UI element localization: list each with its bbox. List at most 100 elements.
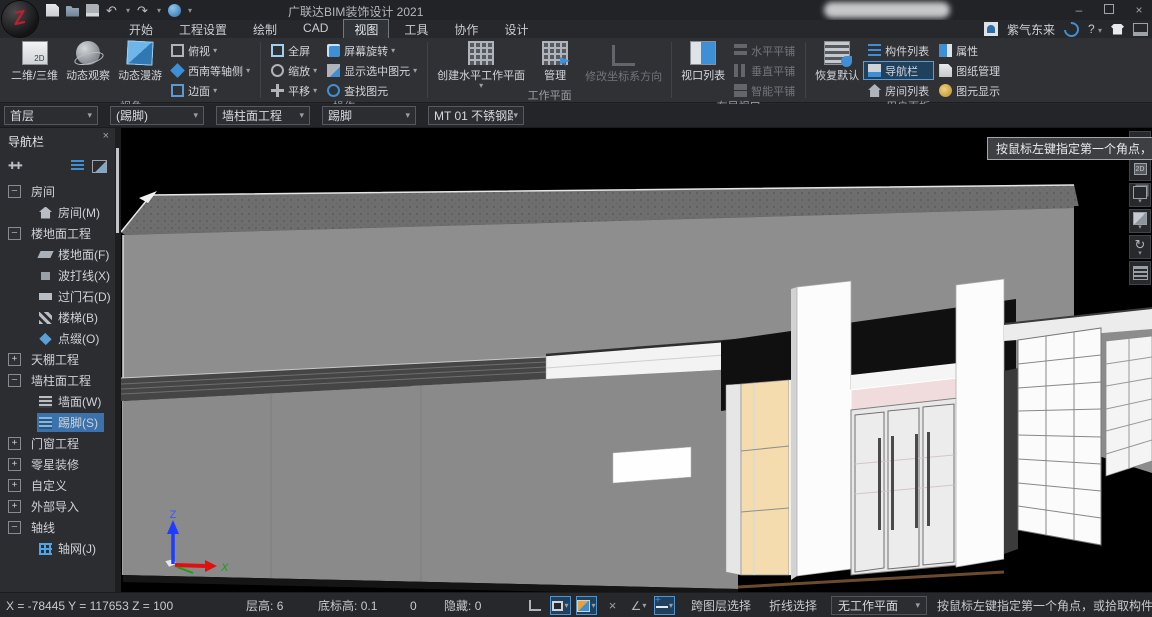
collapse-icon[interactable]: –	[8, 374, 21, 387]
panel-close-icon[interactable]: ×	[103, 130, 109, 142]
grid-plane-button[interactable]: 创建水平工作平面▾	[433, 39, 529, 89]
collapse-icon[interactable]: –	[8, 227, 21, 240]
element-display-button[interactable]: 图元显示	[934, 81, 1005, 100]
tab-draw[interactable]: 绘制	[242, 19, 288, 40]
tile-horizontal-button: 水平平铺	[729, 41, 800, 60]
maximize-button[interactable]	[1102, 3, 1116, 17]
redo-icon[interactable]: ↷	[137, 4, 150, 17]
workplane-selector[interactable]: 无工作平面▾	[831, 596, 927, 615]
nav-item-floor[interactable]: 楼地面(F)	[0, 244, 115, 265]
undo-icon[interactable]: ↶	[106, 4, 119, 17]
expand-icon[interactable]: +	[8, 458, 21, 471]
fullscreen-button[interactable]: 全屏	[266, 41, 322, 60]
component-list-button[interactable]: 构件列表	[863, 41, 934, 60]
expand-icon[interactable]: +	[8, 437, 21, 450]
shaded-view-button[interactable]: ▾	[1129, 209, 1151, 233]
category-selector[interactable]: 踢脚▾	[322, 106, 416, 125]
tab-project-settings[interactable]: 工程设置	[168, 19, 238, 40]
tab-collaborate[interactable]: 协作	[443, 19, 489, 40]
nav-item-doorstone[interactable]: 过门石(D)	[0, 286, 115, 307]
restore-default-button[interactable]: 恢复默认	[811, 39, 863, 83]
nav-group-wall-group[interactable]: –墙柱面工程	[0, 370, 115, 391]
find-element-button[interactable]: 查找图元	[322, 81, 422, 100]
nav-group-room-group[interactable]: –房间	[0, 181, 115, 202]
chevron-down-icon: ▾	[1138, 251, 1142, 256]
cross-filter-button[interactable]: ×	[602, 596, 623, 615]
sync-icon[interactable]	[1061, 18, 1082, 39]
tab-tools[interactable]: 工具	[393, 19, 439, 40]
nav-item-skirting[interactable]: 踢脚(S)	[0, 412, 115, 433]
thumbnail-view-icon[interactable]	[92, 160, 107, 173]
rotate-view-button[interactable]: ↻▾	[1129, 235, 1151, 259]
orbit-button[interactable]: 动态观察	[62, 39, 114, 83]
polyline-select[interactable]: 折线选择	[769, 597, 817, 614]
nav-item-stairs[interactable]: 楼梯(B)	[0, 307, 115, 328]
nav-item-waveline[interactable]: 波打线(X)	[0, 265, 115, 286]
render-icon[interactable]	[168, 4, 181, 17]
nav-group-ceiling-group[interactable]: +天棚工程	[0, 349, 115, 370]
nav-group-misc-group[interactable]: +零星装修	[0, 454, 115, 475]
navigator-button[interactable]: 导航栏	[863, 61, 934, 80]
viewport-list-button[interactable]: 视口列表	[677, 39, 729, 83]
roam-cube-button[interactable]: 动态漫游	[114, 39, 166, 83]
nav-group-import-group[interactable]: +外部导入	[0, 496, 115, 517]
pan-button[interactable]: 平移▾	[266, 81, 322, 100]
top-view-button[interactable]: 俯视▾	[166, 41, 255, 60]
edge-face-button[interactable]: 边面▾	[166, 81, 255, 100]
collapse-icon[interactable]: –	[8, 185, 21, 198]
viewport-canvas[interactable]: Z X 2D▾▾↻▾ 按鼠标左键指定第一个角点，或拾取构件图元	[121, 128, 1152, 592]
tab-start[interactable]: 开始	[118, 19, 164, 40]
expand-icon[interactable]: +	[8, 479, 21, 492]
save-file-icon[interactable]	[86, 4, 99, 17]
help-button[interactable]: ? ▾	[1088, 22, 1102, 36]
nav-group-axis-group[interactable]: –轴线	[0, 517, 115, 538]
expand-icon[interactable]: +	[8, 500, 21, 513]
tab-cad[interactable]: CAD	[292, 19, 339, 40]
workspace-icon[interactable]	[1133, 23, 1148, 36]
list-view-icon[interactable]	[71, 160, 84, 171]
tab-design[interactable]: 设计	[493, 19, 539, 40]
nav-item-wallface[interactable]: 墙面(W)	[0, 391, 115, 412]
zoom-button[interactable]: 缩放▾	[266, 61, 322, 80]
floor-selector[interactable]: 首层▾	[4, 106, 98, 125]
screen-rotate-button[interactable]: 屏幕旋转▾	[322, 41, 422, 60]
open-file-icon[interactable]	[66, 4, 79, 17]
app-logo-icon[interactable]: Z	[2, 1, 38, 37]
new-file-icon[interactable]	[46, 4, 59, 17]
collapse-icon[interactable]: –	[8, 521, 21, 534]
nav-group-door-window-group[interactable]: +门窗工程	[0, 433, 115, 454]
show-selected-button[interactable]: 显示选中图元▾	[322, 61, 422, 80]
isometric-button[interactable]: 西南等轴侧▾	[166, 61, 255, 80]
view-cube-button[interactable]: ▾	[576, 596, 597, 615]
nav-item-ornament[interactable]: 点缀(O)	[0, 328, 115, 349]
sheet-manage-button[interactable]: 图纸管理	[934, 61, 1005, 80]
flat-3d-button[interactable]: 2D二维/三维	[7, 39, 62, 83]
expand-icon[interactable]: +	[8, 353, 21, 366]
close-button[interactable]: ×	[1132, 3, 1146, 17]
user-avatar-icon[interactable]	[984, 22, 998, 36]
scrollbar-thumb[interactable]	[116, 148, 119, 233]
nav-item-room[interactable]: 房间(M)	[0, 202, 115, 223]
nav-group-custom-group[interactable]: +自定义	[0, 475, 115, 496]
project-selector[interactable]: 墙柱面工程▾	[216, 106, 310, 125]
selection-window-button[interactable]: ▾	[550, 596, 571, 615]
angle-snap-button[interactable]: ∠▾	[628, 596, 649, 615]
theme-icon[interactable]	[1111, 24, 1124, 35]
nav-item-gridnet[interactable]: 轴网(J)	[0, 538, 115, 559]
pin-icon[interactable]: ✚✚	[8, 161, 21, 172]
wireframe-view-button[interactable]: ▾	[1129, 183, 1151, 207]
properties-button[interactable]: 属性	[934, 41, 1005, 60]
top-view-icon	[171, 44, 184, 57]
ucs-corner-button[interactable]	[524, 596, 545, 615]
material-selector[interactable]: MT 01 不锈钢踢▾	[428, 106, 524, 125]
view-list-button[interactable]	[1129, 261, 1151, 285]
nav-group-floor-group[interactable]: –楼地面工程	[0, 223, 115, 244]
tab-view[interactable]: 视图	[343, 19, 389, 40]
grid-manage-button[interactable]: 管理	[529, 39, 581, 83]
element-selector[interactable]: (踢脚)▾	[110, 106, 204, 125]
cross-layer-select[interactable]: 跨图层选择	[691, 597, 751, 614]
line-snap-button[interactable]: ▾	[654, 596, 675, 615]
minimize-button[interactable]: –	[1072, 3, 1086, 17]
room-list-button[interactable]: 房间列表	[863, 81, 934, 100]
2d-view-button[interactable]: 2D	[1129, 157, 1151, 181]
